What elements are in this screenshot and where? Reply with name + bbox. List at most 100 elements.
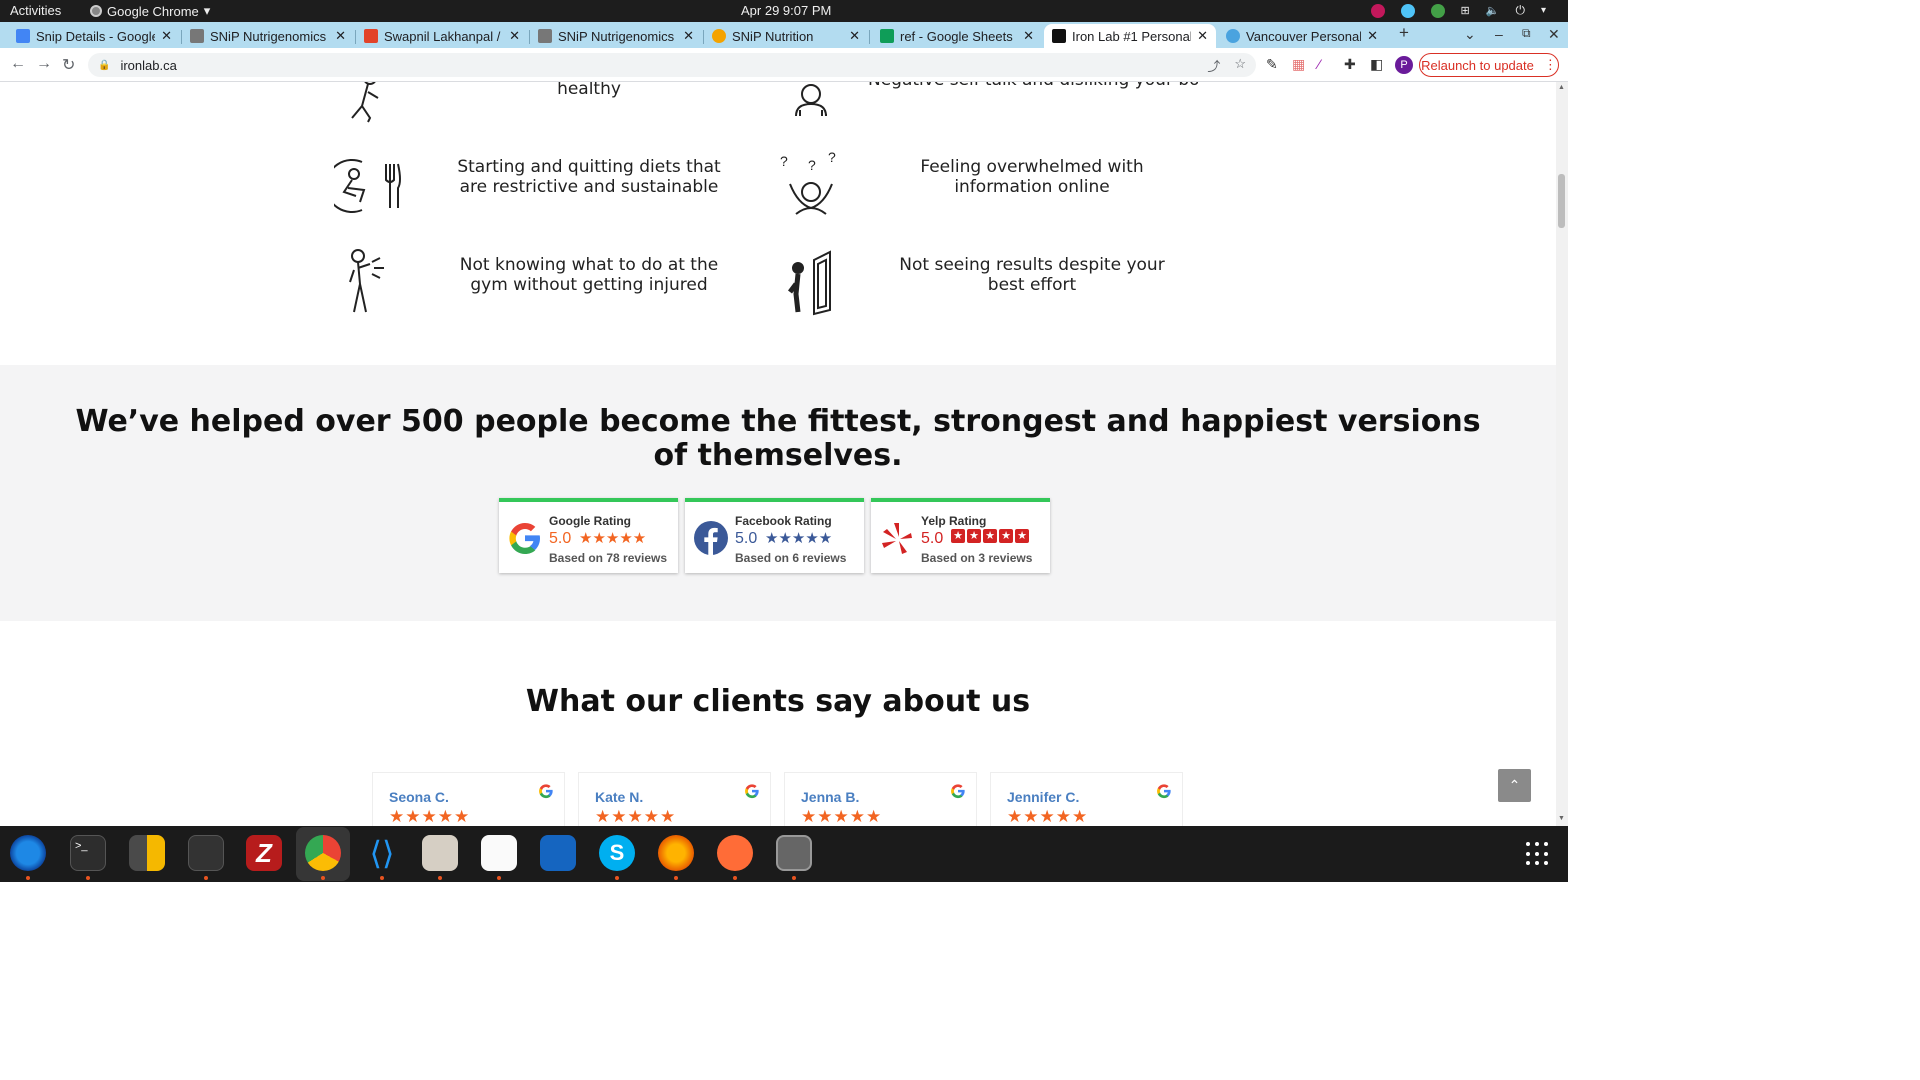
window-close-button[interactable]: ✕ bbox=[1548, 26, 1560, 43]
review-card[interactable]: Jennifer C. ★★★★★ bbox=[990, 772, 1183, 826]
app-menu[interactable]: Google Chrome ▾ bbox=[90, 3, 210, 19]
restore-button[interactable]: ⧉ bbox=[1522, 26, 1531, 41]
eyedropper-extension-icon[interactable]: ✎ bbox=[1266, 56, 1278, 73]
volume-icon[interactable]: 🔈 bbox=[1486, 4, 1500, 17]
files-icon[interactable] bbox=[422, 835, 458, 871]
stats-headline: We’ve helped over 500 people become the … bbox=[75, 404, 1481, 473]
rating-review-count: Based on 3 reviews bbox=[921, 551, 1033, 565]
new-tab-button[interactable]: + bbox=[1399, 23, 1409, 43]
scroll-to-top-button[interactable]: ⌃ bbox=[1498, 769, 1531, 802]
tab-ref-sheets[interactable]: ref - Google Sheets ✕ bbox=[872, 24, 1042, 48]
tab-strip: Snip Details - Google ✕ SNiP Nutrigenomi… bbox=[0, 22, 1568, 48]
close-icon[interactable]: ✕ bbox=[849, 28, 860, 44]
url-text[interactable]: ironlab.ca bbox=[120, 58, 176, 73]
rating-stars: ★ ★ ★ ★ ★ bbox=[951, 529, 1029, 543]
close-icon[interactable]: ✕ bbox=[1367, 28, 1378, 44]
tab-title: SNiP Nutrigenomics A bbox=[210, 28, 330, 44]
blender-icon[interactable] bbox=[658, 835, 694, 871]
struggle-text-overwhelmed: Feeling overwhelmed with information onl… bbox=[920, 157, 1144, 197]
forward-button[interactable]: → bbox=[36, 55, 52, 73]
reviewer-name[interactable]: Jennifer C. bbox=[1007, 789, 1079, 805]
postman-icon[interactable] bbox=[717, 835, 753, 871]
gitlab-icon bbox=[364, 29, 378, 43]
lock-icon[interactable]: 🔒 bbox=[98, 60, 110, 71]
libreoffice-writer-icon[interactable] bbox=[540, 835, 576, 871]
network-icon[interactable]: ⊞ bbox=[1461, 4, 1470, 17]
review-card[interactable]: Jenna B. ★★★★★ bbox=[784, 772, 977, 826]
google-rating-card[interactable]: Google Rating 5.0 ★★★★★ Based on 78 revi… bbox=[499, 498, 678, 573]
relaunch-button[interactable]: Relaunch to update ⋮ bbox=[1419, 53, 1559, 77]
bookmark-star-icon[interactable]: ☆ bbox=[1234, 56, 1246, 75]
chrome-icon[interactable] bbox=[305, 835, 341, 871]
clock[interactable]: Apr 29 9:07 PM bbox=[741, 3, 831, 18]
struggle-text-gym: Not knowing what to do at the gym withou… bbox=[459, 255, 719, 295]
show-apps-grid-icon[interactable] bbox=[1526, 842, 1550, 866]
close-icon[interactable]: ✕ bbox=[683, 28, 694, 44]
reviewer-name[interactable]: Jenna B. bbox=[801, 789, 859, 805]
app-name: Google Chrome bbox=[107, 3, 199, 19]
skype-icon[interactable]: S bbox=[599, 835, 635, 871]
scroll-up-arrow-icon[interactable]: ▲ bbox=[1558, 84, 1565, 91]
svg-text:?: ? bbox=[808, 157, 816, 173]
reload-button[interactable]: ↻ bbox=[62, 55, 75, 75]
tab-vancouver[interactable]: Vancouver Personal T ✕ bbox=[1218, 24, 1386, 48]
kebab-menu-icon[interactable]: ⋮ bbox=[1544, 57, 1557, 73]
tab-snip-nutrigenomics-2[interactable]: SNiP Nutrigenomics A ✕ bbox=[530, 24, 702, 48]
close-icon[interactable]: ✕ bbox=[509, 28, 520, 44]
review-card[interactable]: Seona C. ★★★★★ bbox=[372, 772, 565, 826]
rating-stars: ★★★★★ bbox=[579, 530, 647, 547]
text-editor-icon[interactable] bbox=[481, 835, 517, 871]
close-icon[interactable]: ✕ bbox=[1197, 28, 1208, 44]
reviewer-name[interactable]: Kate N. bbox=[595, 789, 643, 805]
tray-sync-icon[interactable] bbox=[1400, 3, 1415, 18]
close-icon[interactable]: ✕ bbox=[1023, 28, 1034, 44]
filezilla-icon[interactable]: Z bbox=[246, 835, 282, 871]
thunderbird-icon[interactable] bbox=[10, 835, 46, 871]
yelp-rating-card[interactable]: Yelp Rating 5.0 ★ ★ ★ ★ ★ Based on 3 rev… bbox=[871, 498, 1050, 573]
disks-icon[interactable] bbox=[776, 835, 812, 871]
facebook-rating-card[interactable]: Facebook Rating 5.0 ★★★★★ Based on 6 rev… bbox=[685, 498, 864, 573]
calculator-icon[interactable] bbox=[129, 835, 165, 871]
calendar-extension-icon[interactable]: ▦ bbox=[1292, 56, 1305, 73]
profile-avatar[interactable]: P bbox=[1395, 56, 1413, 74]
tray-app-icon[interactable] bbox=[1370, 3, 1385, 18]
vscode-icon[interactable]: ⟨⟩ bbox=[364, 835, 400, 871]
tab-snip-nutrition[interactable]: SNiP Nutrition ✕ bbox=[704, 24, 868, 48]
clients-section-title: What our clients say about us bbox=[525, 684, 1031, 719]
page-scrollbar[interactable]: ▲ ▼ bbox=[1556, 82, 1568, 826]
review-stars: ★★★★★ bbox=[1007, 807, 1089, 826]
tab-snip-details[interactable]: Snip Details - Google ✕ bbox=[8, 24, 180, 48]
tab-snip-nutrigenomics[interactable]: SNiP Nutrigenomics A ✕ bbox=[182, 24, 354, 48]
pen-extension-icon[interactable]: ⁄ bbox=[1318, 56, 1320, 72]
struggle-text-partial-right: Negative self-talk and disliking your bo… bbox=[868, 82, 1198, 90]
activities-button[interactable]: Activities bbox=[10, 3, 61, 18]
review-card[interactable]: Kate N. ★★★★★ bbox=[578, 772, 771, 826]
system-monitor-icon[interactable] bbox=[188, 835, 224, 871]
google-icon bbox=[1157, 784, 1171, 799]
person-icon bbox=[795, 84, 827, 117]
reviewer-name[interactable]: Seona C. bbox=[389, 789, 449, 805]
minimize-button[interactable]: – bbox=[1495, 26, 1503, 42]
tab-iron-lab[interactable]: Iron Lab #1 Personal ✕ bbox=[1044, 24, 1216, 48]
tab-title: SNiP Nutrigenomics A bbox=[558, 28, 678, 44]
close-icon[interactable]: ✕ bbox=[161, 28, 172, 44]
extensions-puzzle-icon[interactable]: ✚ bbox=[1344, 56, 1356, 73]
back-button[interactable]: ← bbox=[10, 55, 26, 73]
side-panel-icon[interactable]: ◧ bbox=[1370, 56, 1383, 73]
terminal-icon[interactable]: >_ bbox=[70, 835, 106, 871]
share-icon[interactable]: ⤴ bbox=[1207, 56, 1220, 75]
tray-check-icon[interactable] bbox=[1430, 3, 1445, 18]
scroll-down-arrow-icon[interactable]: ▼ bbox=[1558, 815, 1565, 822]
tab-title: Swapnil Lakhanpal / S bbox=[384, 28, 504, 44]
tab-search-chevron-icon[interactable]: ⌄ bbox=[1464, 26, 1476, 43]
system-tray[interactable]: ⊞ 🔈 ⏻ ▾ bbox=[1370, 3, 1546, 18]
power-icon[interactable]: ⏻ bbox=[1515, 3, 1525, 18]
scrollbar-thumb[interactable] bbox=[1558, 174, 1565, 228]
google-sheets-icon bbox=[880, 29, 894, 43]
rating-title: Facebook Rating bbox=[735, 514, 832, 528]
chevron-down-icon[interactable]: ▾ bbox=[1541, 5, 1546, 16]
address-bar[interactable]: 🔒 ironlab.ca ⤴ ☆ bbox=[88, 53, 1256, 77]
tab-gitlab[interactable]: Swapnil Lakhanpal / S ✕ bbox=[356, 24, 528, 48]
close-icon[interactable]: ✕ bbox=[335, 28, 346, 44]
dock: >_ Z ⟨⟩ S bbox=[0, 826, 1568, 882]
